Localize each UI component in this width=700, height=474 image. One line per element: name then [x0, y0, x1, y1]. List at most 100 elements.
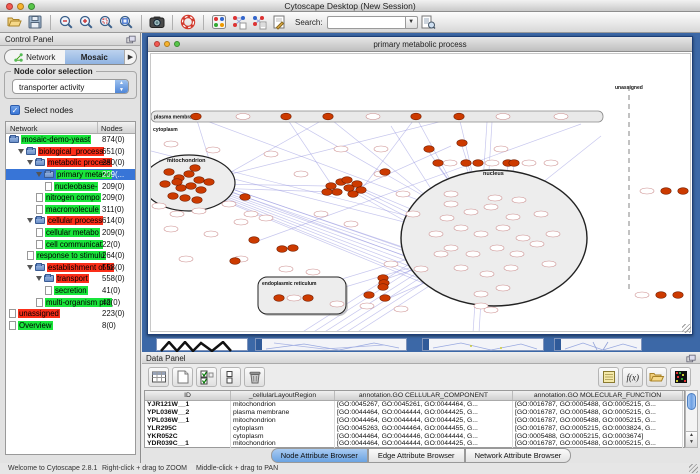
table-cell[interactable]: mitochondrion: [231, 417, 335, 425]
table-cell[interactable]: YLR295C: [145, 425, 231, 433]
tree-row-nitrogen-compo[interactable]: nitrogen compo209(0): [6, 192, 135, 204]
more-tabs-button[interactable]: ▶: [124, 50, 136, 64]
table-cell[interactable]: [GO:0005488, GO:0005215, GO:0003674]: [513, 433, 683, 441]
notepad-icon[interactable]: [598, 367, 619, 387]
new-attribute-icon[interactable]: [172, 367, 193, 387]
background-window-fragment[interactable]: [422, 338, 544, 351]
tab-mosaic[interactable]: Mosaic: [65, 50, 125, 64]
tree-row-nucleobase-[interactable]: nucleobase-209(0): [6, 180, 135, 192]
vizmapper-icon[interactable]: [209, 13, 229, 31]
expander-icon[interactable]: [18, 149, 24, 154]
attribute-table-icon[interactable]: [148, 367, 169, 387]
app-resize-grip[interactable]: [689, 464, 698, 473]
index-search-icon[interactable]: [418, 13, 438, 31]
table-cell[interactable]: YPL036W__2: [145, 409, 231, 417]
table-cell[interactable]: YJR121W__1: [145, 401, 231, 409]
tree-row-overview[interactable]: Overview8(0): [6, 320, 135, 332]
column-header-1[interactable]: _cellularLayoutRegion: [231, 391, 335, 400]
tree-row-cellular-metabo[interactable]: cellular metabo209(0): [6, 227, 135, 239]
delete-attribute-icon[interactable]: [244, 367, 265, 387]
network-canvas[interactable]: plasma membranecytoplasmmitochondrionnuc…: [150, 53, 691, 332]
matrix-view-icon[interactable]: [670, 367, 691, 387]
tree-row-secretion[interactable]: secretion41(0): [6, 285, 135, 297]
tab-network[interactable]: Network: [5, 50, 65, 64]
tree-row-transport[interactable]: transport558(0): [6, 273, 135, 285]
float-panel-icon[interactable]: [686, 354, 696, 363]
expander-icon[interactable]: [36, 172, 42, 177]
tree-row-primary-metabo[interactable]: primary metabo209(...: [6, 169, 135, 181]
save-icon[interactable]: [25, 13, 45, 31]
background-window-fragment[interactable]: [255, 338, 407, 351]
expander-icon[interactable]: [27, 160, 33, 165]
tab-network-attribute-browser[interactable]: Network Attribute Browser: [465, 448, 572, 463]
window-resize-grip[interactable]: [682, 324, 691, 333]
expander-icon[interactable]: [27, 218, 33, 223]
unselect-attributes-icon[interactable]: [220, 367, 241, 387]
tree-row-mosaic-demo-yeast[interactable]: mosaic-demo-yeast874(0): [6, 134, 135, 146]
table-row[interactable]: YJR121W__1mitochondrion[GO:0045267, GO:0…: [145, 401, 684, 409]
column-header-0[interactable]: ID: [145, 391, 231, 400]
table-cell[interactable]: YPL036W__1: [145, 417, 231, 425]
tree-row-macromolecule[interactable]: macromolecule311(0): [6, 204, 135, 216]
zoom-fit-icon[interactable]: [116, 13, 136, 31]
zoom-out-icon[interactable]: [56, 13, 76, 31]
background-window-fragment[interactable]: [156, 338, 248, 351]
table-cell[interactable]: [GO:0044464, GO:0044444, GO:0044425, G..…: [335, 417, 513, 425]
background-window-fragment[interactable]: [554, 338, 642, 351]
table-cell[interactable]: mitochondrion: [231, 401, 335, 409]
tree-col-nodes[interactable]: Nodes: [98, 122, 135, 133]
tree-col-network[interactable]: Network: [6, 122, 98, 133]
function-builder-icon[interactable]: f(x): [622, 367, 643, 387]
scrollbar-arrows[interactable]: ▲▼: [686, 431, 697, 447]
search-input[interactable]: [327, 16, 405, 29]
column-header-3[interactable]: annotation.GO MOLECULAR_FUNCTION: [513, 391, 683, 400]
color-attribute-select[interactable]: transporter activity ▲▼: [12, 79, 129, 94]
tree-row-metabolic-process[interactable]: metabolic process280(0): [6, 157, 135, 169]
tree-row-multi-organism-pro[interactable]: multi-organism pro42(0): [6, 296, 135, 308]
app-title-bar[interactable]: Cytoscape Desktop (New Session): [0, 0, 700, 12]
table-vertical-scrollbar[interactable]: ▲▼: [685, 390, 698, 448]
tree-row-cellular-process[interactable]: cellular process614(0): [6, 215, 135, 227]
float-panel-icon[interactable]: [126, 35, 136, 44]
network-view-window[interactable]: primary metabolic process plasma membran…: [147, 36, 693, 335]
tab-node-attribute-browser[interactable]: Node Attribute Browser: [271, 448, 368, 463]
tab-edge-attribute-browser[interactable]: Edge Attribute Browser: [368, 448, 465, 463]
table-cell[interactable]: plasma membrane: [231, 409, 335, 417]
tree-row-cell-communicat[interactable]: cell communicat22(0): [6, 238, 135, 250]
scrollbar-thumb[interactable]: [687, 393, 696, 410]
column-header-2[interactable]: annotation.GO CELLULAR_COMPONENT: [335, 391, 513, 400]
table-cell[interactable]: YKR052C: [145, 433, 231, 441]
expander-icon[interactable]: [36, 276, 42, 281]
network-graph[interactable]: plasma membranecytoplasmmitochondrionnuc…: [151, 54, 690, 331]
table-cell[interactable]: [GO:0016787, GO:0005488, GO:0005215, G..…: [513, 401, 683, 409]
table-cell[interactable]: [GO:0016787, GO:0005488, GO:0005215, G..…: [513, 409, 683, 417]
tree-row-biological-process[interactable]: biological_process651(0): [6, 146, 135, 158]
tree-row-establishment-of-lo[interactable]: establishment of lo558(0): [6, 262, 135, 274]
table-cell[interactable]: [GO:0044464, GO:0044446, GO:0044444, G..…: [335, 433, 513, 441]
table-row[interactable]: YPL036W__1mitochondrion[GO:0044464, GO:0…: [145, 417, 684, 425]
select-nodes-checkbox[interactable]: ✓ Select nodes: [10, 105, 73, 115]
network-link-icon[interactable]: [249, 13, 269, 31]
table-cell[interactable]: [GO:0045263, GO:0044464, GO:0044455, G..…: [335, 425, 513, 433]
table-cell[interactable]: [GO:0045267, GO:0045261, GO:0044464, G..…: [335, 401, 513, 409]
table-row[interactable]: YPL036W__2plasma membrane[GO:0044464, GO…: [145, 409, 684, 417]
help-icon[interactable]: [178, 13, 198, 31]
tree-row-response-to-stimulu[interactable]: response to stimulu264(0): [6, 250, 135, 262]
network-merge-icon[interactable]: [229, 13, 249, 31]
import-attributes-icon[interactable]: [646, 367, 667, 387]
table-cell[interactable]: [GO:0044464, GO:0044444, GO:0044425, G..…: [335, 409, 513, 417]
zoom-selected-icon[interactable]: [96, 13, 116, 31]
table-cell[interactable]: [GO:0016787, GO:0005488, GO:0005215, G..…: [513, 417, 683, 425]
table-cell[interactable]: cytoplasm: [231, 425, 335, 433]
annotation-icon[interactable]: [269, 13, 289, 31]
search-dropdown-button[interactable]: ▼: [405, 16, 418, 29]
snapshot-icon[interactable]: [147, 13, 167, 31]
tree-row-unassigned[interactable]: unassigned223(0): [6, 308, 135, 320]
select-attributes-icon[interactable]: [196, 367, 217, 387]
table-row[interactable]: YLR295Ccytoplasm[GO:0045263, GO:0044464,…: [145, 425, 684, 433]
network-window-title-bar[interactable]: primary metabolic process: [148, 37, 692, 52]
table-cell[interactable]: [GO:0016787, GO:0005215, GO:0003824, G..…: [513, 425, 683, 433]
table-cell[interactable]: cytoplasm: [231, 433, 335, 441]
zoom-in-icon[interactable]: [76, 13, 96, 31]
expander-icon[interactable]: [27, 265, 33, 270]
